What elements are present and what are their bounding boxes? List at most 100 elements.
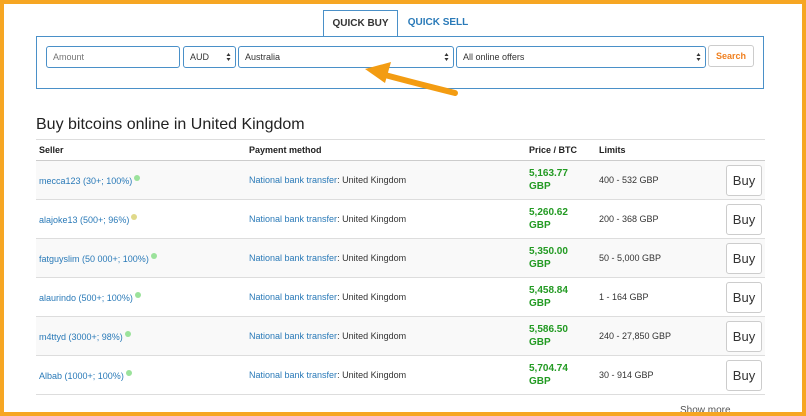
payment-method-link[interactable]: National bank transfer <box>249 253 337 263</box>
action-cell: Buy <box>722 238 765 278</box>
column-header-payment-method: Payment method <box>246 139 526 161</box>
price-cell: 5,586.50 GBP <box>526 316 596 356</box>
arrow-icon <box>365 62 458 96</box>
price-cell: 5,458.84 GBP <box>526 277 596 317</box>
price-cell: 5,163.77 GBP <box>526 160 596 200</box>
payment-method-link[interactable]: National bank transfer <box>249 175 337 185</box>
table-header-row: Seller Payment method Price / BTC Limits <box>36 139 765 161</box>
online-status-icon <box>134 174 141 181</box>
table-row: m4ttyd (3000+; 98%) National bank transfe… <box>36 316 765 356</box>
online-status-icon <box>134 291 141 298</box>
action-cell: Buy <box>722 277 765 317</box>
action-cell: Buy <box>722 355 765 395</box>
table-row: mecca123 (30+; 100%) National bank transf… <box>36 160 765 200</box>
limits-cell: 1 - 164 GBP <box>596 277 722 317</box>
seller-cell: mecca123 (30+; 100%) <box>36 160 246 200</box>
online-status-icon <box>124 330 131 337</box>
price-cell: 5,260.62 GBP <box>526 199 596 239</box>
payment-method-link[interactable]: National bank transfer <box>249 214 337 224</box>
price-currency: GBP <box>529 337 551 348</box>
buy-button[interactable]: Buy <box>726 242 762 274</box>
buy-button[interactable]: Buy <box>726 320 762 352</box>
column-header-limits: Limits <box>596 139 722 161</box>
action-cell: Buy <box>722 160 765 200</box>
table-row: alajoke13 (500+; 96%) National bank trans… <box>36 199 765 239</box>
select-arrows-icon <box>226 53 231 61</box>
seller-link[interactable]: mecca123 (30+; 100%) <box>39 176 132 186</box>
seller-cell: alajoke13 (500+; 96%) <box>36 199 246 239</box>
price-value: 5,350.00 <box>529 246 568 257</box>
seller-link[interactable]: Albab (1000+; 100%) <box>39 371 124 381</box>
column-header-price: Price / BTC <box>526 139 596 161</box>
column-header-seller: Seller <box>36 139 246 161</box>
column-header-action <box>722 139 765 161</box>
price-value: 5,704.74 <box>529 363 568 374</box>
offers-table: Seller Payment method Price / BTC Limits… <box>36 139 765 395</box>
buy-button[interactable]: Buy <box>726 164 762 196</box>
payment-country: : United Kingdom <box>337 331 407 341</box>
table-row: Albab (1000+; 100%) National bank transfe… <box>36 355 765 395</box>
action-cell: Buy <box>722 316 765 356</box>
price-value: 5,260.62 <box>529 207 568 218</box>
payment-method-link[interactable]: National bank transfer <box>249 370 337 380</box>
payment-method-cell: National bank transfer: United Kingdom <box>246 316 526 356</box>
limits-cell: 50 - 5,000 GBP <box>596 238 722 278</box>
payment-country: : United Kingdom <box>337 175 407 185</box>
price-currency: GBP <box>529 298 551 309</box>
table-row: fatguyslim (50 000+; 100%) National bank … <box>36 238 765 278</box>
show-more-link[interactable]: Show more <box>680 405 731 416</box>
payment-method-cell: National bank transfer: United Kingdom <box>246 199 526 239</box>
search-button[interactable]: Search <box>708 45 754 67</box>
seller-link[interactable]: fatguyslim (50 000+; 100%) <box>39 254 149 264</box>
limits-cell: 240 - 27,850 GBP <box>596 316 722 356</box>
country-value: Australia <box>245 52 281 62</box>
price-value: 5,458.84 <box>529 285 568 296</box>
price-currency: GBP <box>529 220 551 231</box>
payment-country: : United Kingdom <box>337 292 407 302</box>
seller-cell: Albab (1000+; 100%) <box>36 355 246 395</box>
limits-cell: 30 - 914 GBP <box>596 355 722 395</box>
price-value: 5,586.50 <box>529 324 568 335</box>
seller-cell: alaurindo (500+; 100%) <box>36 277 246 317</box>
payment-method-link[interactable]: National bank transfer <box>249 292 337 302</box>
limits-cell: 200 - 368 GBP <box>596 199 722 239</box>
payment-country: : United Kingdom <box>337 214 407 224</box>
table-row: alaurindo (500+; 100%) National bank tran… <box>36 277 765 317</box>
online-status-icon <box>131 213 138 220</box>
online-status-icon <box>150 252 157 259</box>
payment-method-cell: National bank transfer: United Kingdom <box>246 238 526 278</box>
limits-cell: 400 - 532 GBP <box>596 160 722 200</box>
select-arrows-icon <box>696 53 701 61</box>
buy-button[interactable]: Buy <box>726 359 762 391</box>
amount-input[interactable] <box>46 46 180 68</box>
tab-quick-buy[interactable]: QUICK BUY <box>323 10 398 37</box>
offers-filter-select[interactable]: All online offers <box>456 46 706 68</box>
price-cell: 5,704.74 GBP <box>526 355 596 395</box>
price-currency: GBP <box>529 181 551 192</box>
tab-quick-sell[interactable]: QUICK SELL <box>398 10 478 36</box>
payment-method-link[interactable]: National bank transfer <box>249 331 337 341</box>
price-currency: GBP <box>529 376 551 387</box>
offers-filter-value: All online offers <box>463 52 525 62</box>
seller-cell: m4ttyd (3000+; 98%) <box>36 316 246 356</box>
currency-select[interactable]: AUD <box>183 46 236 68</box>
payment-method-cell: National bank transfer: United Kingdom <box>246 160 526 200</box>
payment-country: : United Kingdom <box>337 253 407 263</box>
seller-link[interactable]: alaurindo (500+; 100%) <box>39 293 133 303</box>
action-cell: Buy <box>722 199 765 239</box>
offers-table-body: mecca123 (30+; 100%) National bank transf… <box>36 160 765 395</box>
price-cell: 5,350.00 GBP <box>526 238 596 278</box>
buy-button[interactable]: Buy <box>726 281 762 313</box>
payment-country: : United Kingdom <box>337 370 407 380</box>
page-title: Buy bitcoins online in United Kingdom <box>36 116 305 133</box>
price-currency: GBP <box>529 259 551 270</box>
seller-cell: fatguyslim (50 000+; 100%) <box>36 238 246 278</box>
currency-value: AUD <box>190 52 210 62</box>
seller-link[interactable]: alajoke13 (500+; 96%) <box>39 215 129 225</box>
payment-method-cell: National bank transfer: United Kingdom <box>246 355 526 395</box>
seller-link[interactable]: m4ttyd (3000+; 98%) <box>39 332 123 342</box>
payment-method-cell: National bank transfer: United Kingdom <box>246 277 526 317</box>
price-value: 5,163.77 <box>529 168 568 179</box>
online-status-icon <box>125 369 132 376</box>
buy-button[interactable]: Buy <box>726 203 762 235</box>
